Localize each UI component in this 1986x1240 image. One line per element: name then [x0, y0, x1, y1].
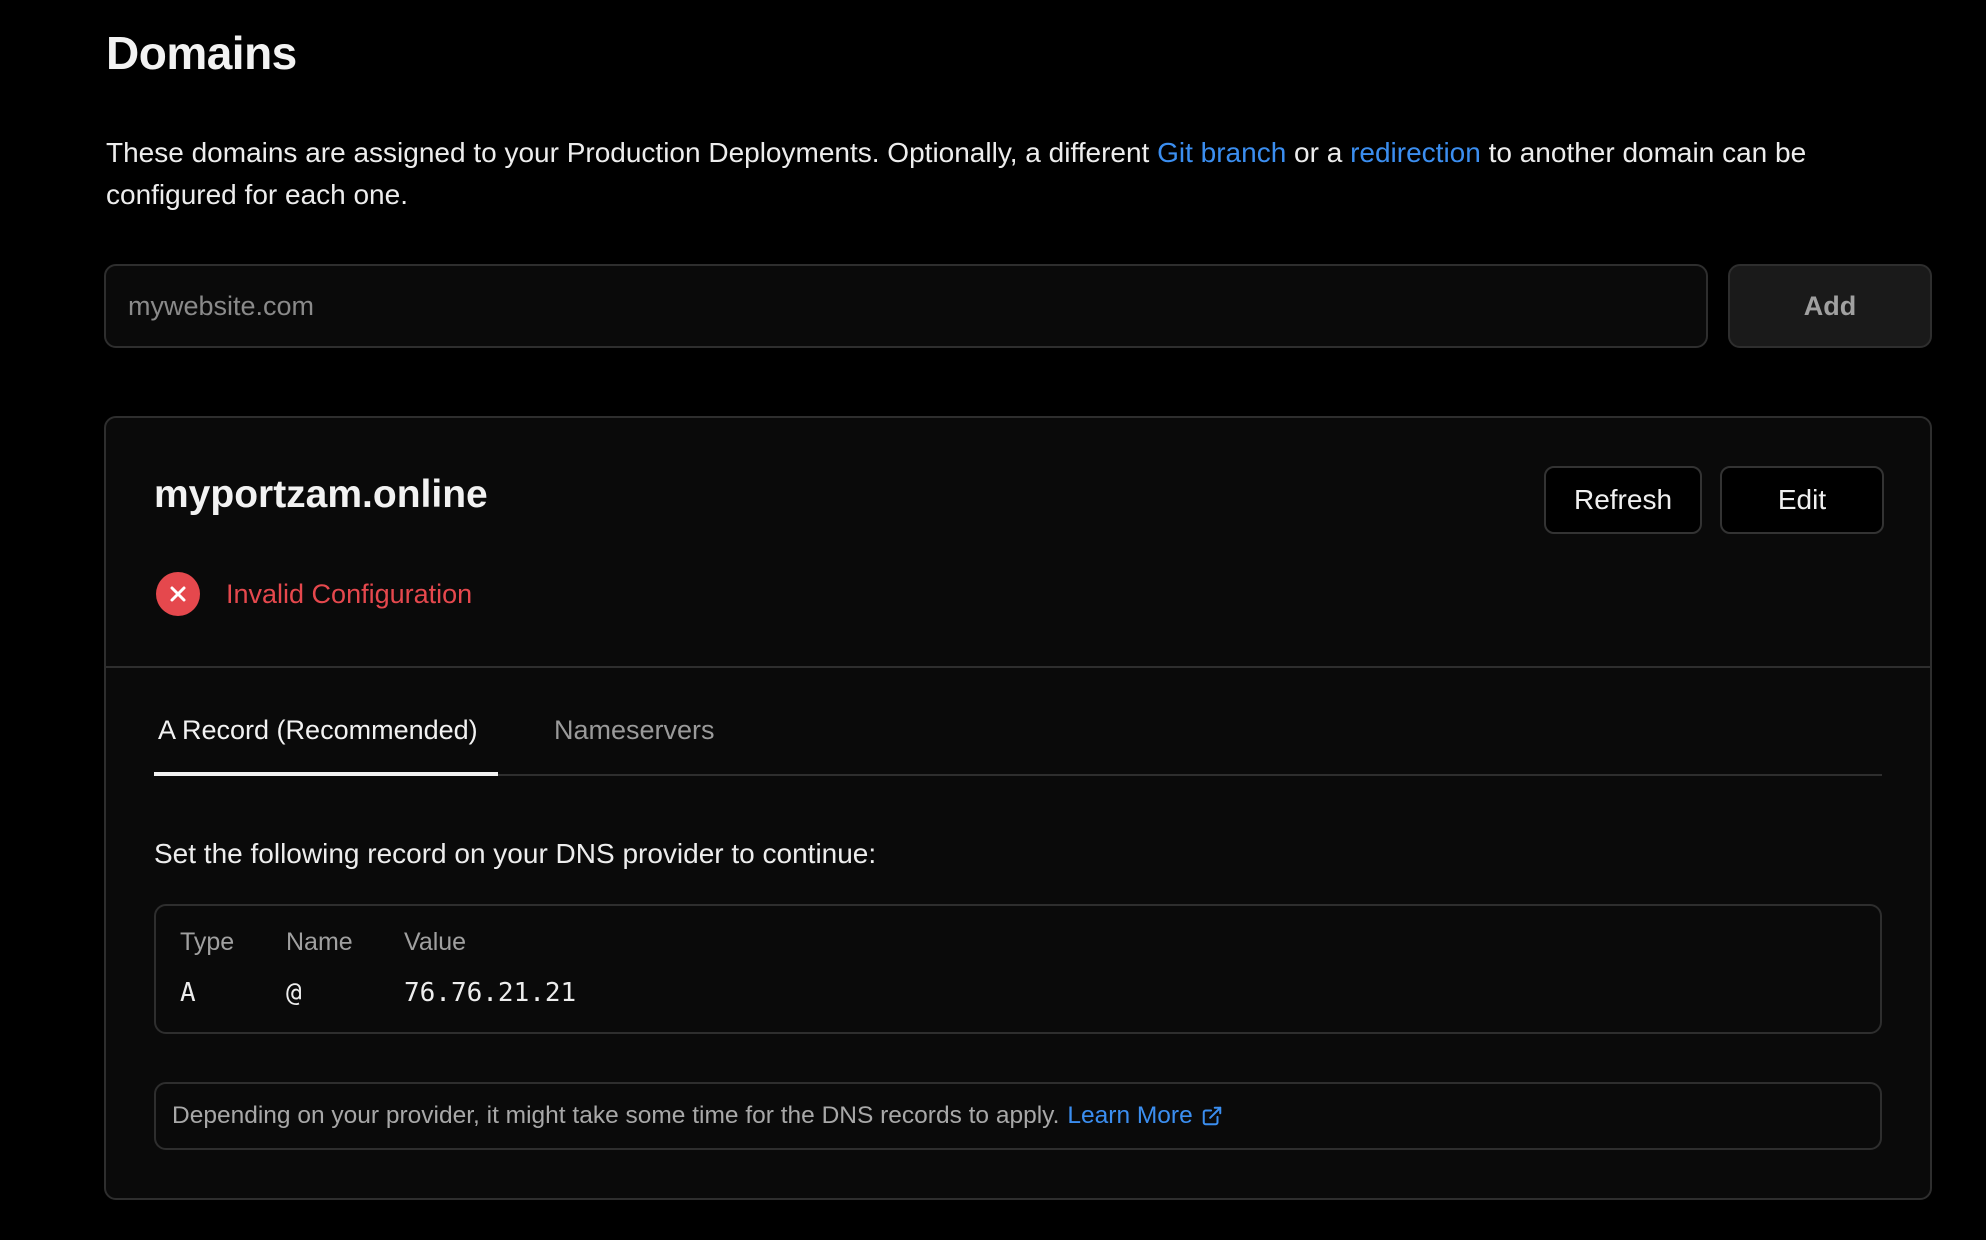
tab-a-record[interactable]: A Record (Recommended): [154, 700, 498, 776]
edit-button[interactable]: Edit: [1720, 466, 1884, 534]
refresh-button[interactable]: Refresh: [1544, 466, 1702, 534]
header-value: Value: [404, 928, 467, 956]
git-branch-link[interactable]: Git branch: [1157, 137, 1286, 168]
domain-input[interactable]: [104, 264, 1708, 348]
record-tabs: A Record (Recommended) Nameservers: [154, 700, 1882, 776]
note-text: Depending on your provider, it might tak…: [172, 1102, 1060, 1129]
page-title: Domains: [106, 27, 297, 79]
x-circle-icon: [156, 572, 200, 616]
domain-card-header: myportzam.online Refresh Edit Invalid Co…: [106, 418, 1930, 668]
tab-nameservers[interactable]: Nameservers: [554, 700, 715, 776]
external-link-icon: [1202, 1106, 1221, 1126]
dns-instruction: Set the following record on your DNS pro…: [154, 838, 877, 869]
description-text-1: These domains are assigned to your Produ…: [106, 137, 1158, 168]
domain-card: myportzam.online Refresh Edit Invalid Co…: [104, 416, 1932, 1200]
description-text-2: or a: [1286, 137, 1351, 168]
add-button[interactable]: Add: [1728, 264, 1932, 348]
redirection-link[interactable]: redirection: [1350, 137, 1481, 168]
dns-record-table: Type Name Value A @ 76.76.21.21: [154, 904, 1882, 1034]
record-value: 76.76.21.21: [404, 978, 577, 1008]
domains-page: Domains These domains are assigned to yo…: [0, 0, 1986, 1240]
learn-more-link[interactable]: Learn More: [1067, 1102, 1222, 1130]
learn-more-label: Learn More: [1067, 1102, 1193, 1129]
header-name: Name: [286, 928, 353, 956]
status-text: Invalid Configuration: [226, 578, 473, 609]
record-type: A: [180, 978, 196, 1008]
domain-name: myportzam.online: [154, 473, 488, 516]
page-description: These domains are assigned to your Produ…: [106, 132, 1926, 216]
propagation-note: Depending on your provider, it might tak…: [154, 1082, 1882, 1150]
config-status: Invalid Configuration: [156, 572, 472, 616]
record-name: @: [286, 978, 302, 1008]
header-type: Type: [180, 928, 235, 956]
